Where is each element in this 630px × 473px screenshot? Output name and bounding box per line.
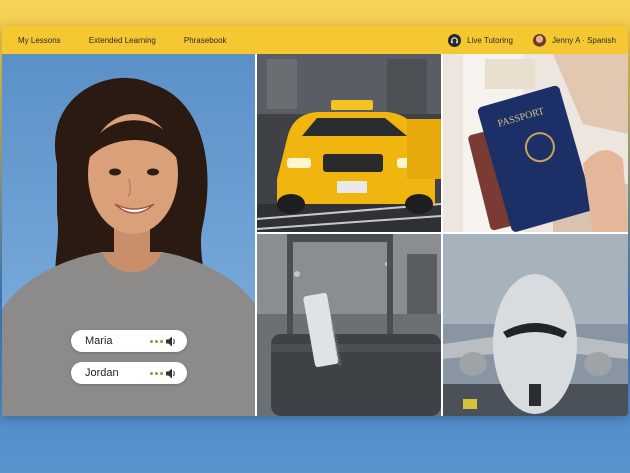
passport-photo: PASSPORT	[443, 54, 628, 232]
speaker-photo: Maria Jordan	[2, 54, 255, 416]
taxi-photo	[257, 54, 441, 232]
live-tutoring-button[interactable]: Live Tutoring	[448, 33, 513, 47]
speaker-audio-icon	[150, 336, 177, 347]
speaker-name: Maria	[85, 335, 113, 347]
top-nav-bar: My Lessons Extended Learning Phrasebook …	[2, 26, 628, 54]
profile-label: Jenny A · Spanish	[551, 35, 616, 45]
speaker-pill-jordan[interactable]: Jordan	[71, 362, 187, 384]
nav-extended-learning[interactable]: Extended Learning	[89, 36, 156, 45]
nav-my-lessons[interactable]: My Lessons	[18, 36, 61, 45]
speaker-audio-icon	[150, 368, 177, 379]
luggage-photo: Travel Insurance	[257, 234, 441, 416]
airplane-photo	[443, 234, 628, 416]
avatar	[532, 33, 546, 47]
headset-icon	[448, 33, 462, 47]
topbar-right: Live Tutoring Jenny A · Spanish	[448, 33, 616, 47]
profile-menu[interactable]: Jenny A · Spanish	[532, 33, 616, 47]
app-window: My Lessons Extended Learning Phrasebook …	[2, 26, 628, 416]
live-tutoring-label: Live Tutoring	[467, 35, 513, 45]
speaker-pill-maria[interactable]: Maria	[71, 330, 187, 352]
speaker-name: Jordan	[85, 367, 119, 379]
image-grid: Maria Jordan PASSPORT Travel Insurance	[2, 54, 628, 416]
nav-phrasebook[interactable]: Phrasebook	[184, 36, 227, 45]
